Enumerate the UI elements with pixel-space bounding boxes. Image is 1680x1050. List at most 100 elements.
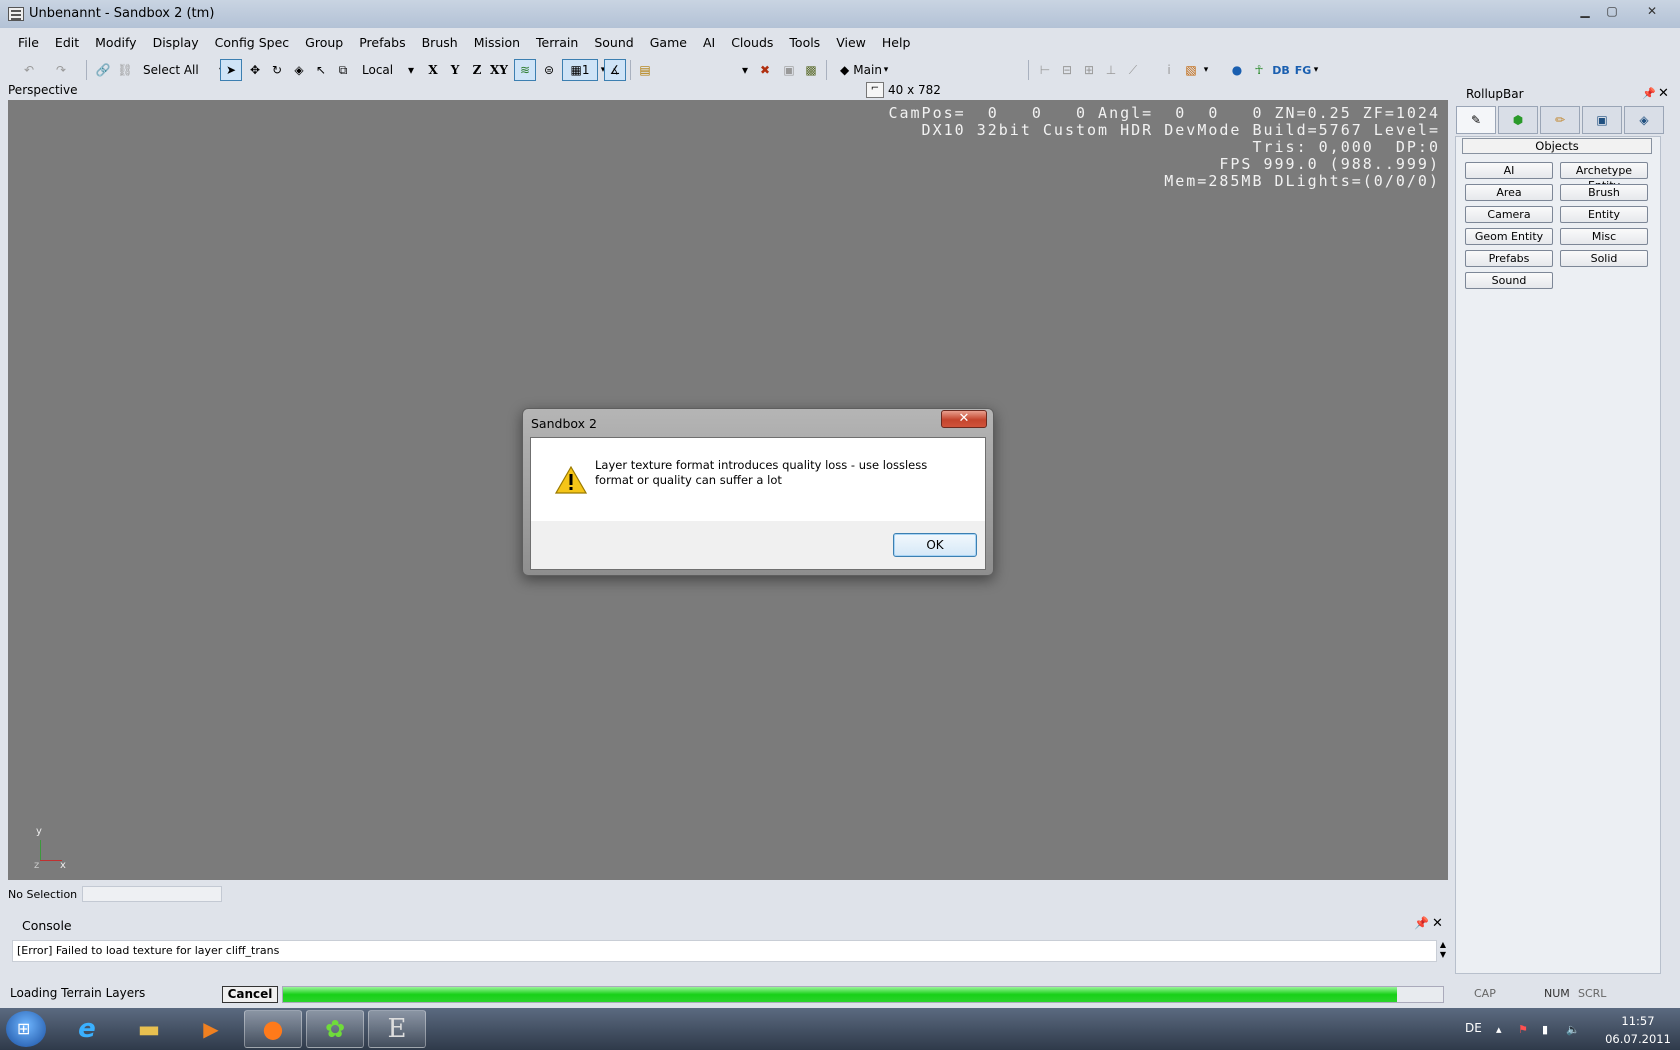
console-scrollbar[interactable]: ▲ ▼ bbox=[1438, 940, 1448, 962]
taskbar-firefox[interactable]: ● bbox=[244, 1010, 302, 1048]
object-sound-button[interactable]: Sound bbox=[1465, 272, 1553, 289]
menu-display[interactable]: Display bbox=[145, 31, 207, 53]
menu-group[interactable]: Group bbox=[297, 31, 351, 53]
menu-edit[interactable]: Edit bbox=[47, 31, 87, 53]
menu-terrain[interactable]: Terrain bbox=[528, 31, 586, 53]
tab-terrain[interactable]: ✏ bbox=[1540, 106, 1580, 134]
tab-modify[interactable]: ⬢ bbox=[1498, 106, 1538, 134]
start-button[interactable]: ⊞ bbox=[6, 1011, 46, 1047]
menu-prefabs[interactable]: Prefabs bbox=[351, 31, 413, 53]
object-entity-button[interactable]: Entity bbox=[1560, 206, 1648, 223]
rotate-tool-icon[interactable]: ↻ bbox=[266, 59, 288, 81]
taskbar-sandbox[interactable]: E bbox=[368, 1010, 426, 1048]
move-tool-icon[interactable]: ✥ bbox=[244, 59, 266, 81]
menu-view[interactable]: View bbox=[828, 31, 874, 53]
ok-button[interactable]: OK bbox=[893, 533, 977, 557]
database-button[interactable]: DB bbox=[1270, 59, 1292, 81]
align-icon[interactable]: ⊜ bbox=[538, 59, 560, 81]
menu-brush[interactable]: Brush bbox=[414, 31, 466, 53]
delete-selection-icon[interactable]: ✖ bbox=[754, 59, 776, 81]
object-brush-button[interactable]: Brush bbox=[1560, 184, 1648, 201]
object-geom-entity-button[interactable]: Geom Entity bbox=[1465, 228, 1553, 245]
align-terrain-icon[interactable]: ⟋ bbox=[1122, 59, 1144, 81]
group-icon[interactable]: ▣ bbox=[778, 59, 800, 81]
tab-create-objects[interactable]: ✎ bbox=[1456, 106, 1496, 134]
close-icon[interactable]: ✕ bbox=[1432, 916, 1443, 931]
terrain-axis-icon[interactable]: ≋ bbox=[514, 59, 536, 81]
menu-config-spec[interactable]: Config Spec bbox=[207, 31, 298, 53]
axis-y-button[interactable]: Y bbox=[446, 59, 464, 81]
selection-info-field[interactable] bbox=[82, 886, 222, 902]
clock-time[interactable]: 11:57 bbox=[1608, 1014, 1668, 1028]
app-icon[interactable] bbox=[8, 7, 24, 21]
tab-display[interactable]: ▣ bbox=[1582, 106, 1622, 134]
taskbar-icq[interactable]: ✿ bbox=[306, 1010, 364, 1048]
pin-icon[interactable]: 📌 bbox=[1414, 916, 1429, 930]
select-filter-dropdown[interactable]: Select All▾ bbox=[138, 59, 230, 81]
close-window-button[interactable]: ✕ bbox=[1630, 1, 1674, 21]
close-icon[interactable]: ✕ bbox=[1658, 86, 1669, 101]
volume-icon[interactable]: 🔈 bbox=[1566, 1023, 1580, 1036]
undo-icon[interactable]: ↶ bbox=[18, 59, 40, 81]
menu-help[interactable]: Help bbox=[874, 31, 919, 53]
axis-z-button[interactable]: Z bbox=[468, 59, 486, 81]
link-icon[interactable]: 🔗 bbox=[92, 59, 114, 81]
unlink-icon[interactable]: ⛓ bbox=[114, 59, 136, 81]
object-ai-button[interactable]: AI bbox=[1465, 162, 1553, 179]
taskbar-media-player[interactable]: ▶ bbox=[182, 1010, 240, 1048]
action-center-icon[interactable]: ⚑ bbox=[1518, 1023, 1532, 1036]
ungroup-icon[interactable]: ▩ bbox=[800, 59, 822, 81]
menu-clouds[interactable]: Clouds bbox=[723, 31, 781, 53]
object-select-dropdown[interactable]: ▾ bbox=[660, 59, 752, 81]
menu-ai[interactable]: AI bbox=[695, 31, 723, 53]
pin-icon[interactable]: 📌 bbox=[1642, 87, 1656, 100]
viewport-resize-icon[interactable]: ⌐ bbox=[866, 82, 884, 98]
tray-expand-icon[interactable]: ▴ bbox=[1496, 1023, 1510, 1036]
chevron-down-icon[interactable]: ▾ bbox=[1310, 59, 1322, 81]
object-camera-button[interactable]: Camera bbox=[1465, 206, 1553, 223]
menu-mission[interactable]: Mission bbox=[466, 31, 528, 53]
objects-section-header[interactable]: Objects bbox=[1462, 138, 1652, 154]
axis-x-button[interactable]: X bbox=[424, 59, 442, 81]
menu-game[interactable]: Game bbox=[642, 31, 695, 53]
align-left-icon[interactable]: ⊢ bbox=[1034, 59, 1056, 81]
select-terrain-icon[interactable]: ↖ bbox=[310, 59, 332, 81]
maximize-button[interactable]: ▢ bbox=[1598, 1, 1626, 21]
mannequin-icon[interactable]: ▧ bbox=[1180, 59, 1202, 81]
minimize-button[interactable]: ▁ bbox=[1571, 1, 1599, 21]
taskbar-ie[interactable]: e bbox=[58, 1010, 116, 1048]
menu-sound[interactable]: Sound bbox=[586, 31, 641, 53]
angle-snap-icon[interactable]: ∡ bbox=[604, 59, 626, 81]
menu-file[interactable]: File bbox=[10, 31, 47, 53]
object-prefabs-button[interactable]: Prefabs bbox=[1465, 250, 1553, 267]
scale-tool-icon[interactable]: ◈ bbox=[288, 59, 310, 81]
ai-person-icon[interactable]: ☥ bbox=[1248, 59, 1270, 81]
snap-icon[interactable]: ⧉ bbox=[332, 59, 354, 81]
language-indicator[interactable]: DE bbox=[1465, 1021, 1482, 1035]
tab-layers[interactable]: ◈ bbox=[1624, 106, 1664, 134]
dialog-close-button[interactable]: ✕ bbox=[941, 410, 987, 428]
align-grid-icon[interactable]: ⊞ bbox=[1078, 59, 1100, 81]
console-output[interactable]: [Error] Failed to load texture for layer… bbox=[12, 940, 1437, 962]
coord-system-dropdown[interactable]: Local ▾ bbox=[358, 59, 418, 81]
object-misc-button[interactable]: Misc bbox=[1560, 228, 1648, 245]
chevron-down-icon[interactable]: ▾ bbox=[1200, 59, 1212, 81]
notes-icon[interactable]: ▤ bbox=[634, 59, 656, 81]
object-area-button[interactable]: Area bbox=[1465, 184, 1553, 201]
grid-snap-button[interactable]: ▦ 1 bbox=[562, 59, 598, 81]
taskbar-explorer[interactable]: ▬ bbox=[120, 1010, 178, 1048]
chevron-down-icon[interactable]: ▾ bbox=[880, 59, 892, 81]
menu-tools[interactable]: Tools bbox=[781, 31, 828, 53]
object-archetype-entity-button[interactable]: Archetype Entity bbox=[1560, 162, 1648, 192]
align-bottom-icon[interactable]: ⊥ bbox=[1100, 59, 1122, 81]
axis-xy-button[interactable]: XY bbox=[488, 59, 510, 81]
object-solid-button[interactable]: Solid bbox=[1560, 250, 1648, 267]
redo-icon[interactable]: ↷ bbox=[50, 59, 72, 81]
info-icon[interactable]: ⅰ bbox=[1158, 59, 1180, 81]
align-center-icon[interactable]: ⊟ bbox=[1056, 59, 1078, 81]
select-tool-icon[interactable]: ➤ bbox=[220, 59, 242, 81]
globe-icon[interactable]: ● bbox=[1226, 59, 1248, 81]
network-icon[interactable]: ▮ bbox=[1542, 1023, 1556, 1036]
clock-date[interactable]: 06.07.2011 bbox=[1600, 1032, 1676, 1046]
menu-modify[interactable]: Modify bbox=[87, 31, 144, 53]
